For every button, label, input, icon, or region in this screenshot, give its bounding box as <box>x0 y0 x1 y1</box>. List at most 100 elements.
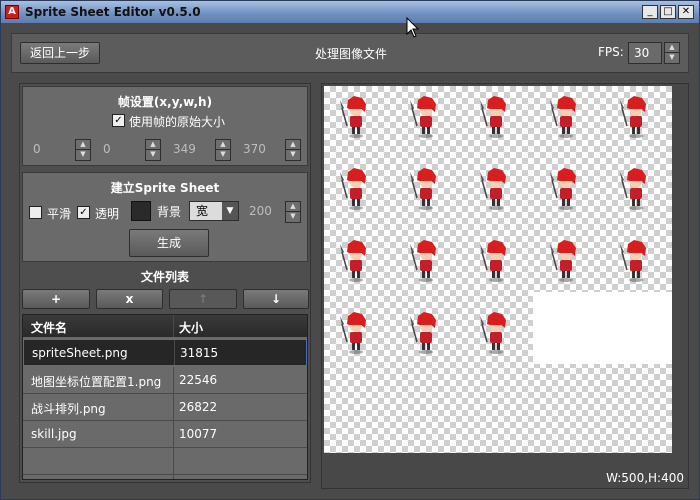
sprite-frame <box>410 240 436 282</box>
table-row[interactable] <box>23 448 307 475</box>
build-sheet-group: 建立Sprite Sheet 平滑 ✓ 透明 背景 宽 ▼ 200 ▲ ▼ 生成 <box>22 172 308 262</box>
table-row[interactable] <box>23 475 307 479</box>
file-name-cell: skill.jpg <box>31 427 77 441</box>
chevron-down-icon[interactable]: ▼ <box>222 202 238 220</box>
sprite-frame <box>340 240 366 282</box>
file-table: 文件名 大小 spriteSheet.png 31815 地图坐标位置配置1.p… <box>22 314 308 480</box>
file-name-cell: 地图坐标位置配置1.png <box>31 375 162 389</box>
file-name-cell: spriteSheet.png <box>32 346 128 360</box>
frame-y-field[interactable]: 0 <box>99 139 149 159</box>
frame-settings-title: 帧设置(x,y,w,h) <box>117 95 213 109</box>
minimize-button[interactable]: _ <box>642 5 658 19</box>
sprite-frame <box>340 96 366 138</box>
empty-region <box>533 292 672 364</box>
frame-x-stepper[interactable]: ▲ ▼ <box>75 139 91 161</box>
window-title: Sprite Sheet Editor v0.5.0 <box>25 5 201 19</box>
top-toolbar: 返回上一步 处理图像文件 FPS: 30 ▲ ▼ <box>11 33 689 73</box>
add-file-button[interactable]: + <box>22 289 90 309</box>
preview-area: W:500,H:400 <box>321 83 689 489</box>
width-mode-value: 宽 <box>196 204 209 218</box>
file-list-title: 文件列表 <box>140 270 189 284</box>
chevron-down-icon[interactable]: ▼ <box>286 212 300 222</box>
mouse-cursor-icon <box>406 17 420 38</box>
chevron-up-icon[interactable]: ▲ <box>665 43 679 53</box>
chevron-up-icon[interactable]: ▲ <box>216 140 230 150</box>
file-size-cell: 10077 <box>179 427 218 441</box>
transparent-label: 透明 <box>95 207 120 221</box>
settings-panel: 帧设置(x,y,w,h) ✓ 使用帧的原始大小 0 ▲ ▼ 0 ▲ ▼ 349 … <box>19 83 311 483</box>
column-divider <box>173 367 174 393</box>
sprite-frame <box>480 312 506 354</box>
file-size-cell: 26822 <box>179 400 218 414</box>
table-row[interactable]: 战斗排列.png 26822 <box>23 394 307 421</box>
file-name-cell: 战斗排列.png <box>31 402 106 416</box>
chevron-up-icon[interactable]: ▲ <box>286 202 300 212</box>
chevron-down-icon[interactable]: ▼ <box>216 150 230 160</box>
table-row[interactable]: 地图坐标位置配置1.png 22546 <box>23 367 307 394</box>
file-size-cell: 31815 <box>180 346 219 360</box>
frame-settings-group: 帧设置(x,y,w,h) ✓ 使用帧的原始大小 0 ▲ ▼ 0 ▲ ▼ 349 … <box>22 86 308 166</box>
column-divider <box>174 340 175 365</box>
column-divider <box>173 421 174 447</box>
dimensions-label: W:500,H:400 <box>606 471 684 485</box>
table-row[interactable]: skill.jpg 10077 <box>23 421 307 448</box>
column-divider <box>173 315 174 337</box>
sprite-frame <box>410 168 436 210</box>
transparent-checkbox[interactable]: ✓ <box>77 206 90 219</box>
chevron-down-icon[interactable]: ▼ <box>665 53 679 63</box>
chevron-up-icon[interactable]: ▲ <box>286 140 300 150</box>
sprite-frame <box>620 168 646 210</box>
close-button[interactable]: ✕ <box>678 5 694 19</box>
column-divider <box>173 394 174 420</box>
sprite-frame <box>410 96 436 138</box>
generate-button[interactable]: 生成 <box>129 229 209 257</box>
fps-stepper[interactable]: ▲ ▼ <box>664 42 680 64</box>
sprite-frame <box>480 168 506 210</box>
remove-file-button[interactable]: x <box>96 289 163 309</box>
frame-w-field[interactable]: 349 <box>169 139 219 159</box>
table-row[interactable]: spriteSheet.png 31815 <box>23 339 307 366</box>
maximize-button[interactable]: □ <box>660 5 676 19</box>
sprite-frame <box>480 96 506 138</box>
background-color-swatch[interactable] <box>131 201 151 221</box>
move-down-button[interactable]: ↓ <box>243 289 309 309</box>
sprite-frame <box>340 168 366 210</box>
sheet-width-field[interactable]: 200 <box>245 201 285 221</box>
column-divider <box>173 475 174 479</box>
use-original-size-checkbox[interactable]: ✓ <box>112 114 125 127</box>
title-bar[interactable]: A Sprite Sheet Editor v0.5.0 _ □ ✕ <box>1 1 699 23</box>
smooth-label: 平滑 <box>47 207 72 221</box>
frame-h-field[interactable]: 370 <box>239 139 289 159</box>
chevron-up-icon[interactable]: ▲ <box>146 140 160 150</box>
chevron-up-icon[interactable]: ▲ <box>76 140 90 150</box>
fps-input[interactable]: 30 <box>628 42 662 64</box>
sprite-frame <box>340 312 366 354</box>
sprite-frame <box>410 312 436 354</box>
chevron-down-icon[interactable]: ▼ <box>76 150 90 160</box>
build-sheet-title: 建立Sprite Sheet <box>110 181 220 195</box>
app-window: A Sprite Sheet Editor v0.5.0 _ □ ✕ 返回上一步… <box>0 0 700 500</box>
sprite-frame <box>480 240 506 282</box>
column-header-size[interactable]: 大小 <box>179 319 203 336</box>
column-divider <box>173 448 174 474</box>
width-mode-select[interactable]: 宽 ▼ <box>189 201 239 221</box>
move-up-button[interactable]: ↑ <box>169 289 237 309</box>
sprite-sheet-canvas[interactable] <box>324 86 672 453</box>
sheet-width-stepper[interactable]: ▲ ▼ <box>285 201 301 223</box>
table-header: 文件名 大小 <box>23 315 307 337</box>
fps-label: FPS: <box>598 45 624 59</box>
sprite-frame <box>550 96 576 138</box>
frame-y-stepper[interactable]: ▲ ▼ <box>145 139 161 161</box>
smooth-checkbox[interactable] <box>29 206 42 219</box>
background-label: 背景 <box>157 205 182 219</box>
app-icon: A <box>5 5 19 19</box>
frame-w-stepper[interactable]: ▲ ▼ <box>215 139 231 161</box>
page-title: 处理图像文件 <box>314 47 387 61</box>
frame-x-field[interactable]: 0 <box>29 139 79 159</box>
column-header-name[interactable]: 文件名 <box>31 319 67 336</box>
chevron-down-icon[interactable]: ▼ <box>146 150 160 160</box>
frame-h-stepper[interactable]: ▲ ▼ <box>285 139 301 161</box>
sprite-frame <box>550 240 576 282</box>
chevron-down-icon[interactable]: ▼ <box>286 150 300 160</box>
sprite-frame <box>620 240 646 282</box>
